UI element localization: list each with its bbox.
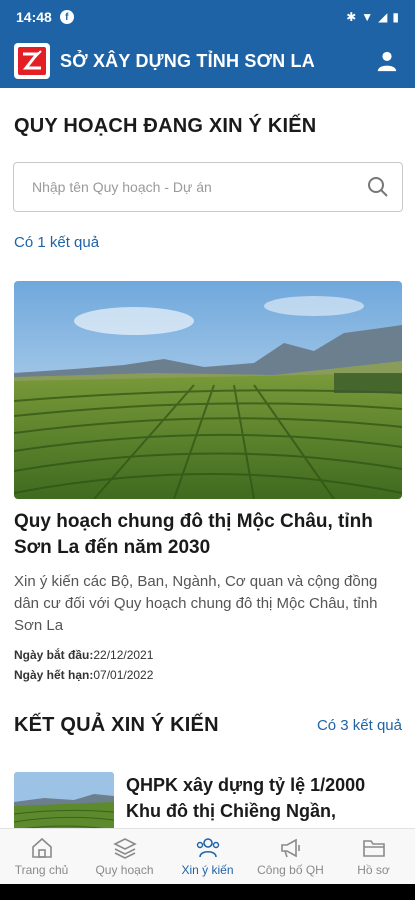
card-image[interactable] [14,281,402,499]
notification-icon: f [59,10,74,24]
nav-profile[interactable]: Hồ sơ [332,829,415,884]
results-title: KẾT QUẢ XIN Ý KIẾN [14,714,219,736]
nav-consultation[interactable]: Xin ý kiến [166,829,249,884]
nav-announcement-label: Công bố QH [257,862,324,877]
megaphone-icon [280,838,300,857]
result-list-item[interactable]: QHPK xây dựng tỷ lệ 1/2000 Khu đô thị Ch… [14,772,402,828]
bottom-nav: Trang chủ Quy hoạch Xin ý kiến Công bố Q… [0,828,415,884]
card-title[interactable]: Quy hoạch chung đô thị Mộc Châu, tỉnh Sơ… [14,509,402,561]
nav-home-label: Trang chủ [14,862,69,877]
gesture-bar [0,884,415,900]
status-bar: 14:48 f ✱ ▼ ◢ ▮ [0,0,415,34]
nav-planning[interactable]: Quy hoạch [83,829,166,884]
nav-home[interactable]: Trang chủ [0,829,83,884]
app-title: SỞ XÂY DỰNG TỈNH SƠN LA [60,50,315,71]
battery-icon: ▮ [392,10,399,24]
nav-consultation-label: Xin ý kiến [181,862,234,877]
start-date-value: 22/12/2021 [93,648,154,662]
app-logo [14,43,50,79]
nav-planning-label: Quy hoạch [95,862,154,877]
wifi-icon: ▼ [361,10,374,24]
app-bar: SỞ XÂY DỰNG TỈNH SƠN LA [0,34,415,88]
status-icons: ✱ ▼ ◢ ▮ [346,10,399,24]
start-date-label: Ngày bắt đầu: [14,648,94,662]
users-icon [196,837,219,857]
end-date-value: 07/01/2022 [93,668,154,682]
search-box[interactable] [13,162,403,212]
signal-icon: ◢ [378,10,388,24]
nav-announcement[interactable]: Công bố QH [249,829,332,884]
nav-profile-label: Hồ sơ [357,862,390,877]
layers-icon [112,837,137,859]
search-input[interactable] [32,179,366,195]
page-title: QUY HOẠCH ĐANG XIN Ý KIẾN [14,115,317,137]
end-date-row: Ngày hết hạn:07/01/2022 [14,665,402,685]
bluetooth-icon: ✱ [346,10,357,24]
main-content[interactable]: QUY HOẠCH ĐANG XIN Ý KIẾN Có 1 kết quả [0,88,415,828]
status-time: 14:48 [16,9,52,25]
result-count: Có 1 kết quả [14,234,100,251]
end-date-label: Ngày hết hạn: [14,668,94,682]
card-dates: Ngày bắt đầu:22/12/2021 Ngày hết hạn:07/… [14,645,402,685]
home-icon [31,837,52,858]
results-count-link[interactable]: Có 3 kết quả [317,717,402,734]
user-profile-button[interactable] [373,47,401,75]
start-date-row: Ngày bắt đầu:22/12/2021 [14,645,402,665]
folder-icon [362,839,385,857]
card-description: Xin ý kiến các Bộ, Ban, Ngành, Cơ quan v… [14,573,378,634]
planning-card[interactable]: Quy hoạch chung đô thị Mộc Châu, tỉnh Sơ… [14,281,402,685]
results-header: KẾT QUẢ XIN Ý KIẾN Có 3 kết quả [14,714,402,737]
result-thumbnail[interactable] [14,772,114,828]
user-icon [377,51,397,72]
search-icon[interactable] [366,175,390,199]
result-title[interactable]: QHPK xây dựng tỷ lệ 1/2000 Khu đô thị Ch… [126,772,402,828]
